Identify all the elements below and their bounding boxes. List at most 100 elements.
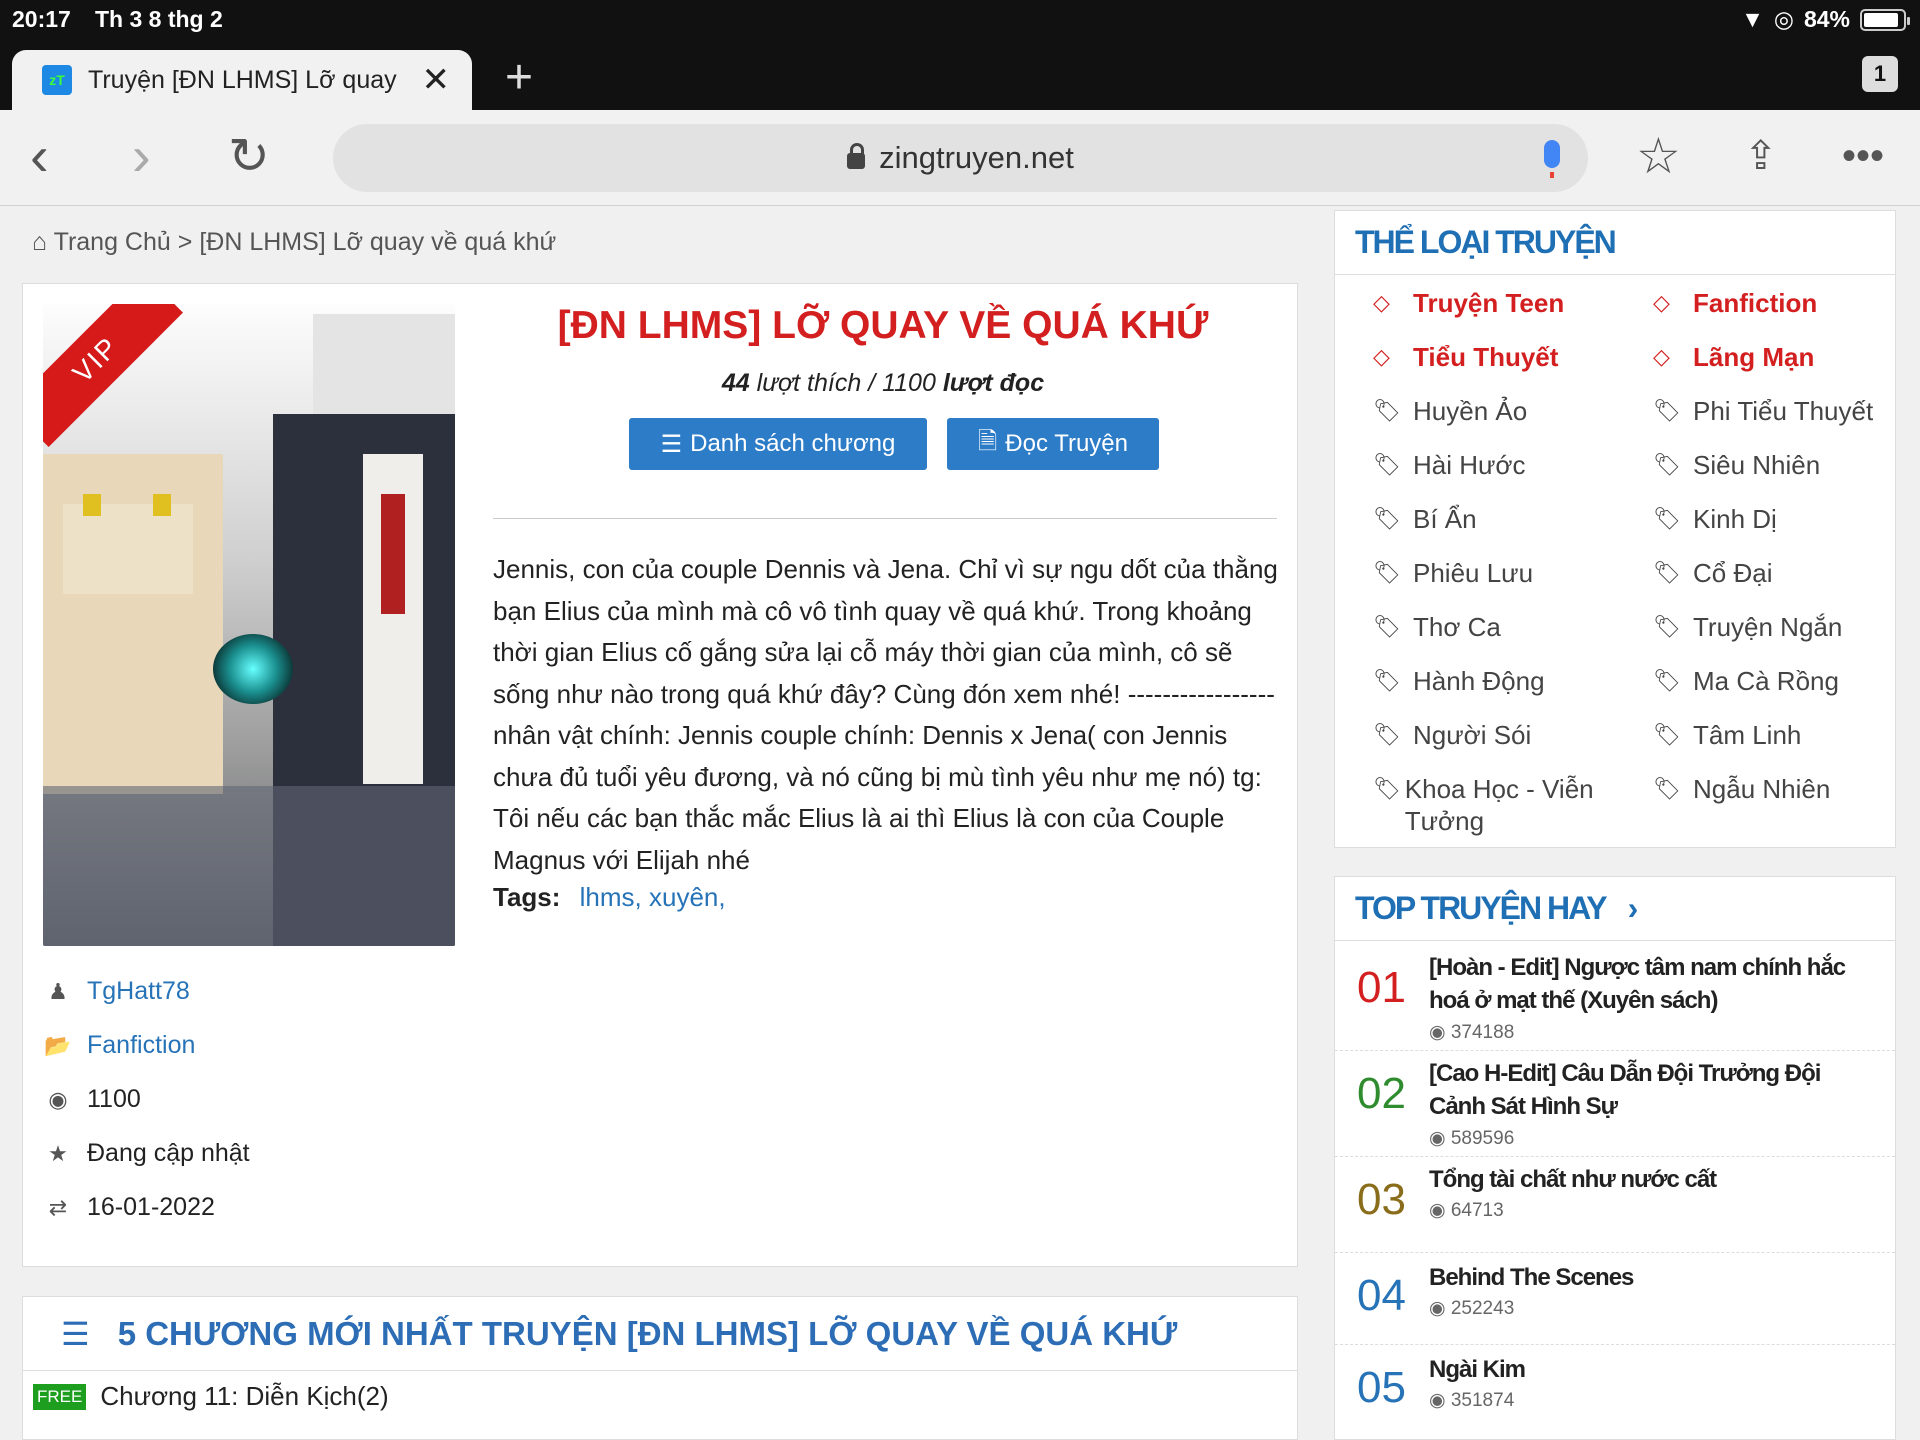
eye-icon: ◉ [48, 1086, 68, 1112]
category-item[interactable]: 🏷 Bí Ẩn [1373, 503, 1477, 535]
top-stories-panel: TOP TRUYỆN HAY › 01 [Hoàn - Edit] Ngược … [1334, 876, 1896, 1440]
top-story-title[interactable]: [Cao H-Edit] Câu Dẫn Đội Trưởng Đội Cảnh… [1429, 1057, 1869, 1123]
read-story-button[interactable]: 🗎 Đọc Truyện [947, 418, 1159, 470]
star-icon: ★ [48, 1140, 68, 1166]
category-item[interactable]: 🏷 Hài Hước [1373, 449, 1525, 481]
breadcrumb: ⌂ Trang Chủ > [ĐN LHMS] Lỡ quay về quá k… [32, 228, 556, 257]
address-bar[interactable]: zingtruyen.net [333, 124, 1588, 192]
chapter-title[interactable]: Chương 11: Diễn Kịch(2) [100, 1381, 388, 1412]
category-hot-item[interactable]: ◇ Fanfiction [1653, 287, 1817, 319]
category-hot-item[interactable]: ◇ Tiểu Thuyết [1373, 341, 1558, 373]
reload-icon[interactable]: ↻ [228, 128, 270, 184]
url-text: zingtruyen.net [879, 140, 1074, 175]
story-description: Jennis, con của couple Dennis và Jena. C… [493, 554, 1278, 875]
tag-links[interactable]: lhms, xuyên, [580, 882, 726, 912]
top-story-item[interactable]: 04 Behind The Scenes ◉ 252243 [1335, 1253, 1895, 1345]
category-label: Lãng Mạn [1693, 342, 1815, 372]
forward-icon[interactable]: › [132, 128, 151, 184]
microphone-icon[interactable] [1544, 140, 1560, 178]
browser-tab[interactable]: zT Truyện [ĐN LHMS] Lỡ quay ✕ [12, 50, 472, 110]
category-item[interactable]: 🏷 Kinh Dị [1653, 503, 1777, 535]
chapter-list-label: Danh sách chương [690, 430, 896, 457]
top-story-title[interactable]: Ngài Kim [1429, 1353, 1869, 1386]
share-icon[interactable]: ⇪ [1744, 128, 1778, 184]
story-title: [ĐN LHMS] LỠ QUAY VỀ QUÁ KHỨ [557, 304, 1209, 347]
top-story-item[interactable]: 03 Tổng tài chất như nước cất ◉ 64713 [1335, 1157, 1895, 1253]
category-label: Phi Tiểu Thuyết [1693, 396, 1874, 426]
category-label: Bí Ẩn [1413, 504, 1477, 534]
top-story-title[interactable]: Tổng tài chất như nước cất [1429, 1163, 1869, 1196]
category-item[interactable]: 🏷 Hành Động [1373, 665, 1545, 697]
tab-count-button[interactable]: 1 [1862, 56, 1898, 92]
eye-icon: ◉ [1429, 1390, 1451, 1411]
meta-views: ◉ 1100 [43, 1085, 140, 1114]
status-right: ▼ ◎ 84% [1741, 6, 1910, 33]
bookmark-star-icon[interactable]: ☆ [1636, 128, 1681, 184]
top-story-views: ◉ 589596 [1429, 1128, 1515, 1149]
browser-toolbar: ‹ › ↻ zingtruyen.net ☆ ⇪ ••• [0, 110, 1920, 206]
likes-label: lượt thích / [756, 369, 876, 397]
categories-heading: THỂ LOẠI TRUYỆN [1335, 211, 1895, 275]
category-item[interactable]: 🏷 Siêu Nhiên [1653, 449, 1820, 481]
category-item[interactable]: 🏷 Truyện Ngắn [1653, 611, 1842, 643]
category-label: Hài Hước [1413, 450, 1526, 480]
tag-icon: 🏷 [1653, 668, 1681, 693]
top-story-title[interactable]: Behind The Scenes [1429, 1261, 1869, 1294]
author-link[interactable]: TgHatt78 [87, 977, 190, 1006]
category-hot-item[interactable]: ◇ Lãng Mạn [1653, 341, 1814, 373]
category-label: Cổ Đại [1693, 558, 1773, 588]
category-item[interactable]: 🏷 Tâm Linh [1653, 719, 1801, 751]
category-label: Huyền Ảo [1413, 396, 1528, 426]
genre-link[interactable]: Fanfiction [87, 1031, 195, 1060]
more-icon[interactable]: ••• [1842, 128, 1884, 184]
updated-date: 16-01-2022 [87, 1193, 215, 1221]
top-story-item[interactable]: 05 Ngài Kim ◉ 351874 [1335, 1345, 1895, 1437]
breadcrumb-current[interactable]: [ĐN LHMS] Lỡ quay về quá khứ [199, 228, 556, 256]
refresh-icon: ⇄ [48, 1194, 68, 1220]
top-story-item[interactable]: 01 [Hoàn - Edit] Ngược tâm nam chính hắc… [1335, 941, 1895, 1051]
category-label: Ngẫu Nhiên [1693, 774, 1831, 804]
category-item[interactable]: 🏷 Phi Tiểu Thuyết [1653, 395, 1873, 427]
back-icon[interactable]: ‹ [30, 128, 49, 184]
meta-genre: 📂 Fanfiction [43, 1031, 195, 1060]
category-item[interactable]: 🏷 Ngẫu Nhiên [1653, 773, 1830, 805]
diamond-icon: ◇ [1373, 344, 1390, 369]
tag-icon: 🏷 [1373, 614, 1401, 639]
story-info-panel: VIP ♟ TgHatt78 📂 Fanfiction ◉ 1100 ★ Đan… [22, 283, 1298, 1267]
top-story-item[interactable]: 02 [Cao H-Edit] Câu Dẫn Đội Trưởng Đội C… [1335, 1051, 1895, 1157]
tag-icon: 🏷 [1653, 506, 1681, 531]
latest-chapters-title: 5 CHƯƠNG MỚI NHẤT TRUYỆN [ĐN LHMS] LỠ QU… [117, 1314, 1178, 1352]
breadcrumb-home[interactable]: Trang Chủ [54, 228, 171, 256]
category-item[interactable]: 🏷 Cổ Đại [1653, 557, 1772, 589]
chapter-list-button[interactable]: ☰ Danh sách chương [629, 418, 927, 470]
category-item[interactable]: 🏷 Thơ Ca [1373, 611, 1501, 643]
new-tab-button[interactable]: + [505, 50, 533, 105]
category-item[interactable]: 🏷 Người Sói [1373, 719, 1531, 751]
categories-panel: THỂ LOẠI TRUYỆN ◇ Truyện Teen ◇ Fanfiction… [1334, 210, 1896, 848]
top-stories-heading[interactable]: TOP TRUYỆN HAY › [1335, 877, 1895, 941]
category-label: Hành Động [1413, 666, 1545, 696]
top-story-views: ◉ 374188 [1429, 1022, 1515, 1043]
top-rank: 03 [1357, 1175, 1406, 1224]
divider [493, 518, 1277, 519]
vip-badge: VIP [43, 304, 183, 447]
close-tab-icon[interactable]: ✕ [422, 60, 451, 100]
eye-icon: ◉ [1429, 1128, 1451, 1149]
top-rank: 02 [1357, 1069, 1406, 1118]
reads-label: lượt đọc [942, 369, 1045, 397]
status-bar: 20:17 Th 3 8 thg 2 ▼ ◎ 84% [0, 0, 1920, 38]
chapter-item[interactable]: FREE Chương 11: Diễn Kịch(2) [33, 1381, 389, 1412]
story-stats: 44 lượt thích / 1100 lượt đọc [493, 369, 1273, 398]
top-story-title[interactable]: [Hoàn - Edit] Ngược tâm nam chính hắc ho… [1429, 951, 1869, 1017]
top-stories-title: TOP TRUYỆN HAY [1355, 890, 1608, 926]
top-story-views: ◉ 351874 [1429, 1390, 1515, 1411]
tag-icon: 🏷 [1653, 614, 1681, 639]
category-item[interactable]: 🏷 Huyền Ảo [1373, 395, 1527, 427]
category-item[interactable]: 🏷 Phiêu Lưu [1373, 557, 1533, 589]
eye-icon: ◉ [1429, 1200, 1451, 1221]
category-hot-item[interactable]: ◇ Truyện Teen [1373, 287, 1564, 319]
category-item[interactable]: 🏷 Ma Cà Rồng [1653, 665, 1839, 697]
category-item[interactable]: 🏷 Khoa Học - Viễn Tưởng [1373, 773, 1623, 837]
list-icon: ☰ [660, 430, 683, 458]
category-label: Người Sói [1413, 720, 1532, 750]
